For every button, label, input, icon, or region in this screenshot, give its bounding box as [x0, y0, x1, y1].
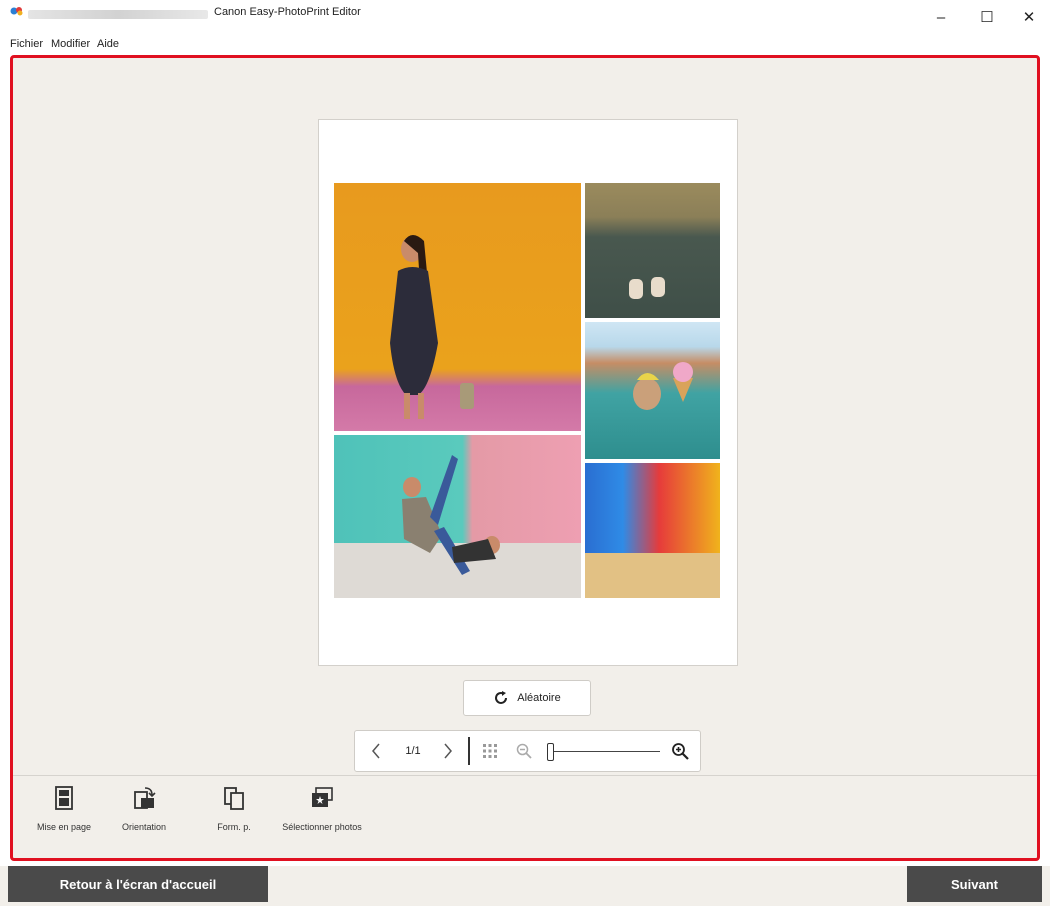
photo-venice-canal-icecream[interactable]	[585, 322, 720, 459]
shoes-graphic	[629, 277, 665, 299]
select-photos-tool-label: Sélectionner photos	[282, 822, 362, 832]
footer-bar: Retour à l'écran d'accueil Suivant	[0, 866, 1050, 906]
paper-size-tool-button[interactable]: Form. p.	[193, 786, 275, 834]
menu-fichier[interactable]: Fichier	[10, 38, 43, 50]
chevron-right-icon	[444, 743, 452, 759]
orientation-tool-label: Orientation	[121, 822, 167, 832]
icecream-graphic	[633, 362, 693, 410]
menu-aide[interactable]: Aide	[97, 38, 119, 50]
next-button[interactable]: Suivant	[907, 866, 1042, 902]
zoom-in-icon	[672, 743, 689, 760]
photo-colorful-houses[interactable]	[585, 463, 720, 598]
page-indicator: 1/1	[405, 745, 421, 757]
zoom-slider-handle[interactable]	[547, 743, 554, 761]
orientation-icon	[134, 787, 156, 809]
select-photos-tool-button[interactable]: Sélectionner photos	[281, 786, 363, 834]
menu-modifier[interactable]: Modifier	[51, 38, 90, 50]
zoom-out-icon	[516, 743, 532, 759]
orientation-tool-button[interactable]: Orientation	[103, 786, 185, 834]
grid-icon	[483, 744, 497, 758]
chevron-left-icon	[372, 743, 380, 759]
close-button[interactable]: ✕	[1006, 0, 1050, 34]
layout-icon	[55, 786, 73, 810]
layout-tool-label: Mise en page	[36, 822, 92, 832]
zoom-slider[interactable]	[552, 751, 660, 752]
grid-view-button[interactable]	[479, 731, 501, 771]
refresh-icon	[495, 691, 508, 704]
photo-feet-on-pavement[interactable]	[585, 183, 720, 318]
bottom-tool-strip: Mise en page Orientation Form. p. Sélect…	[13, 775, 1037, 859]
title-redacted-area	[28, 10, 208, 19]
paper-size-tool-label: Form. p.	[217, 822, 251, 832]
page-navigation-toolbar: 1/1	[354, 730, 701, 772]
toolbar-divider	[468, 737, 470, 765]
select-photos-icon	[312, 787, 333, 807]
print-page-preview	[318, 119, 738, 666]
photo-woman-yellow-wall[interactable]	[334, 183, 581, 431]
window-title: Canon Easy-PhotoPrint Editor	[214, 6, 361, 18]
street-graphic	[585, 553, 720, 598]
couple-figure-graphic	[402, 455, 500, 575]
app-logo-icon	[10, 7, 23, 16]
layout-tool-button[interactable]: Mise en page	[23, 786, 105, 834]
minimize-button[interactable]: –	[918, 0, 964, 34]
zoom-in-button[interactable]	[668, 731, 692, 771]
next-page-button[interactable]	[437, 731, 459, 771]
woman-figure-graphic	[390, 235, 474, 419]
back-to-home-button[interactable]: Retour à l'écran d'accueil	[8, 866, 268, 902]
editor-workspace: Aléatoire 1/1 Mise en page Orientation F…	[10, 55, 1040, 861]
menu-bar: Fichier Modifier Aide	[0, 34, 1050, 54]
shuffle-button[interactable]: Aléatoire	[463, 680, 591, 716]
title-bar: Canon Easy-PhotoPrint Editor – ☐ ✕	[0, 0, 1050, 34]
maximize-button[interactable]: ☐	[964, 0, 1010, 34]
zoom-out-button[interactable]	[513, 731, 535, 771]
photo-couple-on-floor[interactable]	[334, 435, 581, 598]
previous-page-button[interactable]	[365, 731, 387, 771]
paper-size-icon	[224, 787, 244, 810]
shuffle-label: Aléatoire	[517, 692, 561, 704]
